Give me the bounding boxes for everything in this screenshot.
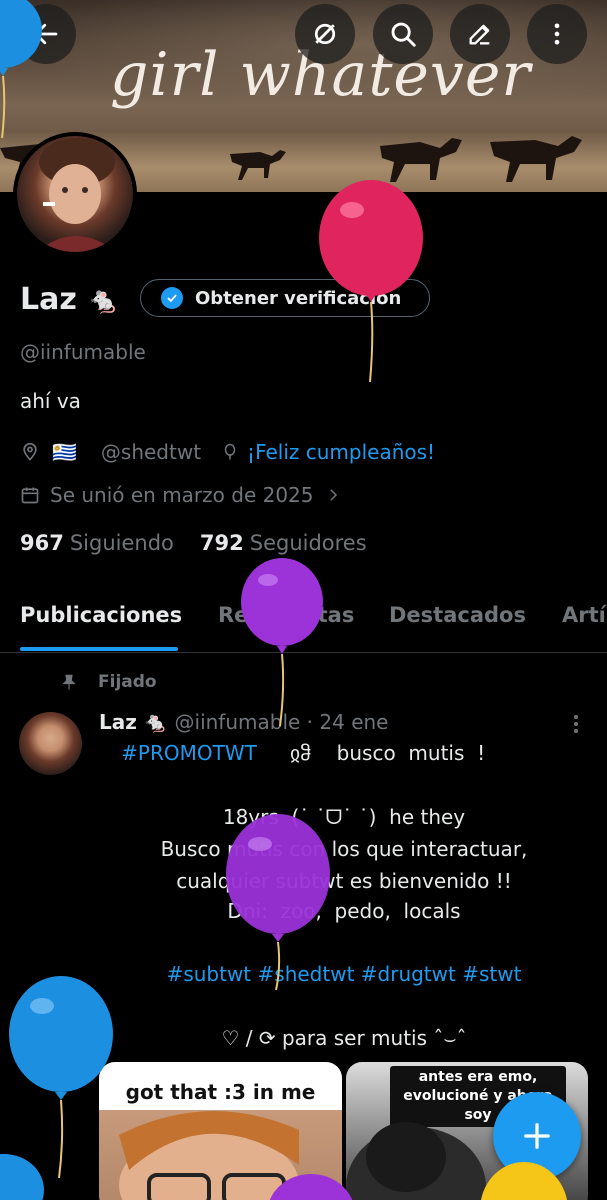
profile-handle: @iinfumable bbox=[20, 340, 146, 364]
media-caption: got that :3 in me bbox=[125, 1080, 316, 1104]
followers-count: 792 bbox=[199, 531, 244, 555]
filter-icon bbox=[314, 23, 336, 45]
post-text-line: Busco mutis con los que interactuar, bbox=[160, 837, 528, 861]
post-more-button[interactable] bbox=[566, 712, 586, 736]
post-text-line: cualquier subtwt es bienvenido !! bbox=[176, 869, 512, 893]
following-label: Siguiendo bbox=[69, 531, 174, 555]
edit-icon bbox=[469, 24, 490, 45]
purple-balloon-decoration bbox=[269, 1174, 353, 1200]
post-text-line: Dni: zoo, pedo, locals bbox=[227, 899, 461, 923]
location-flag: 🇺🇾 bbox=[52, 440, 77, 464]
plus-icon bbox=[524, 1123, 550, 1149]
more-dot-icon bbox=[574, 729, 578, 733]
profile-website-link[interactable]: @shedtwt bbox=[101, 440, 201, 464]
purple-balloon-decoration bbox=[241, 558, 323, 727]
pinned-label: Fijado bbox=[98, 672, 157, 692]
yellow-balloon-decoration bbox=[480, 1162, 568, 1200]
search-icon bbox=[391, 22, 416, 47]
post-author-name[interactable]: Laz bbox=[99, 710, 137, 734]
tab-publicaciones[interactable]: Publicaciones bbox=[20, 603, 182, 627]
profile-meta: 🇺🇾 @shedtwt ¡Feliz cumpleaños! bbox=[20, 438, 435, 466]
post-text-line: ჲჵ busco mutis ! bbox=[290, 741, 486, 765]
location-pin-icon bbox=[23, 442, 37, 461]
follow-stats: 967 Siguiendo 792 Seguidores bbox=[20, 531, 367, 555]
followers-label: Seguidores bbox=[249, 531, 367, 555]
balloon-birthday-icon bbox=[224, 443, 236, 460]
purple-balloon-decoration bbox=[226, 814, 330, 991]
post-author-emoji: 🐁 bbox=[143, 710, 169, 734]
filter-button[interactable] bbox=[295, 4, 355, 64]
following-count: 967 bbox=[20, 531, 64, 555]
more-icon bbox=[554, 23, 560, 45]
post-author-avatar[interactable] bbox=[19, 712, 82, 775]
more-options-button[interactable] bbox=[527, 4, 587, 64]
joined-date: Se unió en marzo de 2025 bbox=[50, 483, 314, 507]
more-dot-icon bbox=[574, 715, 578, 719]
chevron-right-icon bbox=[329, 489, 337, 501]
avatar-photo bbox=[17, 136, 133, 252]
joined-date-row[interactable]: Se unió en marzo de 2025 bbox=[20, 481, 342, 509]
post-text-line: 18yrs (˙ ˙ᗜ˙ ˙) he they bbox=[222, 805, 466, 829]
profile-avatar[interactable] bbox=[13, 132, 137, 256]
active-tab-indicator bbox=[20, 647, 178, 651]
tab-destacados[interactable]: Destacados bbox=[389, 603, 526, 627]
post-text-line: ♡ / ⟳ para ser mutis ˆ⌣ˆ bbox=[221, 1026, 467, 1050]
pinned-indicator: Fijado bbox=[60, 669, 157, 695]
post-hashtag-promotwt[interactable]: #PROMOTWT bbox=[99, 741, 279, 765]
following-link[interactable]: 967 Siguiendo bbox=[20, 531, 174, 555]
blue-balloon-decoration bbox=[0, 1154, 44, 1200]
avatar-face-illustration bbox=[37, 138, 117, 252]
red-balloon-decoration bbox=[319, 180, 423, 383]
blue-balloon-decoration bbox=[0, 0, 42, 139]
followers-link[interactable]: 792 Seguidores bbox=[200, 531, 367, 555]
pin-icon bbox=[62, 674, 76, 690]
edit-button[interactable] bbox=[450, 4, 510, 64]
profile-bio: ahí va bbox=[20, 389, 81, 413]
calendar-icon bbox=[21, 487, 39, 504]
profile-name-text: Laz bbox=[20, 282, 77, 317]
tab-articulos[interactable]: Artí bbox=[562, 603, 606, 627]
birthday-label: ¡Feliz cumpleaños! bbox=[247, 440, 436, 464]
search-button[interactable] bbox=[373, 4, 433, 64]
mouse-emoji: 🐁 bbox=[87, 286, 120, 316]
post-hashtags[interactable]: #subtwt #shedtwt #drugtwt #stwt bbox=[99, 962, 589, 986]
more-dot-icon bbox=[574, 722, 578, 726]
verified-badge-icon bbox=[161, 287, 183, 309]
profile-name: Laz 🐁 bbox=[20, 282, 120, 317]
